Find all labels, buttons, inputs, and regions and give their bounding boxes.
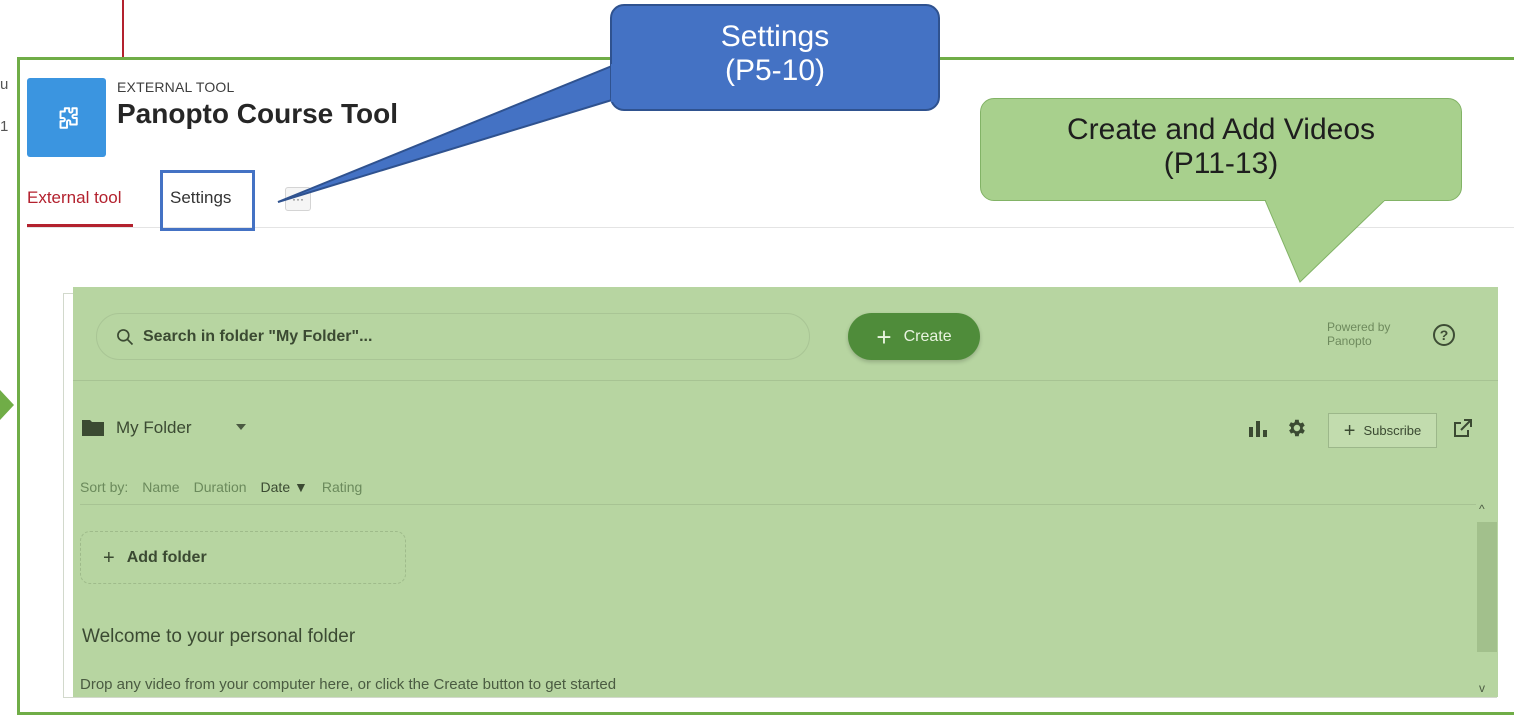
create-callout-pointer	[1264, 199, 1387, 283]
settings-callout-line-2: (P5-10)	[724, 54, 826, 87]
callout-seam	[1266, 197, 1384, 201]
settings-callout: Settings (P5-10)	[610, 4, 940, 111]
create-callout-line-2: (P11-13)	[1163, 147, 1279, 180]
create-callout-line-1: Create and Add Videos	[1066, 113, 1375, 146]
callout-seam-blue	[611, 64, 615, 102]
create-callout: Create and Add Videos (P11-13)	[980, 98, 1462, 201]
settings-callout-pointer	[277, 64, 613, 203]
settings-callout-line-1: Settings	[720, 20, 830, 53]
